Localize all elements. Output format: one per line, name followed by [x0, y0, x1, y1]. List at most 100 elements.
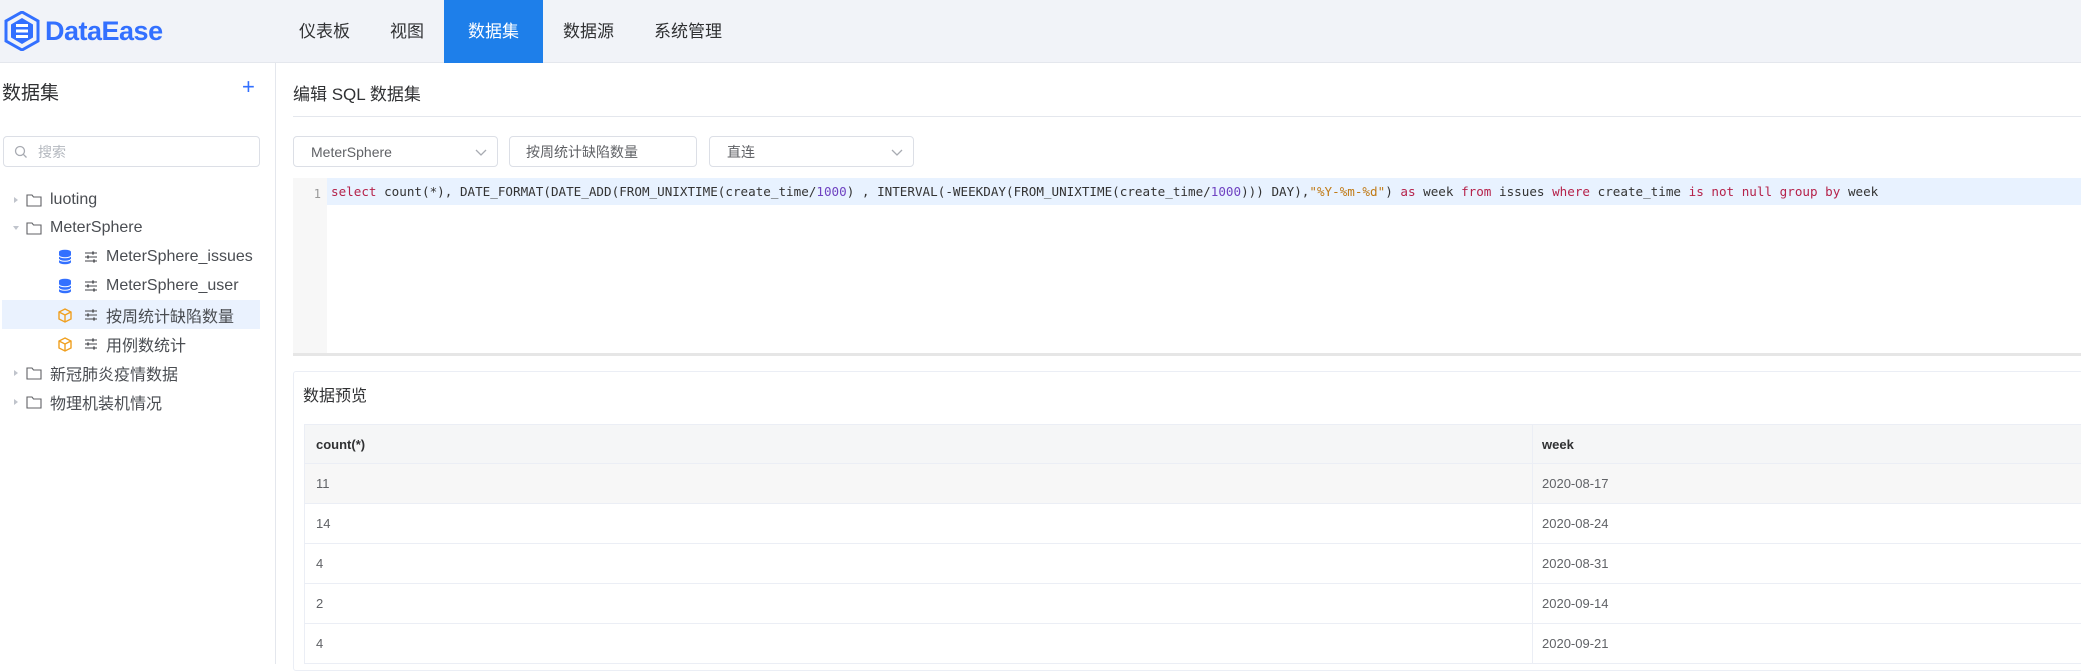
datasource-select-value: MeterSphere [311, 143, 392, 160]
sql-punctuation [1491, 184, 1499, 199]
add-dataset-button[interactable]: + [242, 75, 255, 99]
database-icon [58, 278, 72, 293]
dataease-logo-icon [4, 11, 40, 51]
caret-right-icon [14, 369, 18, 376]
tree-item-weekly-defects[interactable]: 按周统计缺陷数量 [2, 300, 260, 329]
sql-punctuation: ) [1385, 184, 1401, 199]
folder-icon [26, 221, 42, 235]
table-row: 11 2020-08-17 [305, 464, 2081, 504]
cell-week: 2020-09-21 [1542, 636, 1609, 651]
sliders-icon [85, 309, 97, 320]
table-row: 14 2020-08-24 [305, 504, 2081, 544]
sql-punctuation [1734, 184, 1742, 199]
dataset-name-input[interactable]: 按周统计缺陷数量 [509, 136, 697, 167]
search-input[interactable] [36, 142, 236, 161]
main-nav: 仪表板 视图 数据集 数据源 系统管理 [279, 0, 742, 63]
cell-week: 2020-09-14 [1542, 596, 1609, 611]
search-box[interactable] [3, 136, 260, 167]
sql-identifier: WEEKDAY [952, 184, 1006, 199]
nav-datasets[interactable]: 数据集 [444, 0, 543, 63]
folder-icon [26, 193, 42, 207]
main-panel: 编辑 SQL 数据集 MeterSphere 按周统计缺陷数量 直连 1 sel… [277, 63, 2081, 671]
cell-week: 2020-08-24 [1542, 516, 1609, 531]
tree-item-label: MeterSphere_user [106, 276, 239, 294]
editor-gutter: 1 [293, 178, 327, 353]
tree-item-label: 按周统计缺陷数量 [106, 308, 235, 326]
sql-keyword: group [1779, 184, 1818, 199]
tree-item-label: 新冠肺炎疫情数据 [50, 366, 179, 384]
search-icon [14, 145, 27, 158]
sql-keyword: null [1741, 184, 1773, 199]
tree-folder-covid-data[interactable]: 新冠肺炎疫情数据 [0, 358, 260, 387]
sql-punctuation [1545, 184, 1553, 199]
sidebar-title: 数据集 [2, 83, 60, 104]
cell-count: 4 [316, 636, 324, 651]
nav-dashboard[interactable]: 仪表板 [279, 0, 370, 63]
sliders-icon [85, 251, 97, 262]
datasource-select[interactable]: MeterSphere [293, 136, 498, 167]
sql-identifier: DAY [1271, 184, 1295, 199]
tree-item-label: 物理机装机情况 [50, 395, 163, 413]
folder-icon [26, 366, 42, 380]
sql-identifier: count [384, 184, 423, 199]
table-row: 2 2020-09-14 [305, 584, 2081, 624]
tree-item-case-count[interactable]: 用例数统计 [0, 329, 260, 358]
data-preview-panel: 数据预览 count(*) week 11 2020-08-17 14 2020… [293, 371, 2081, 671]
dataset-sidebar: 数据集 + luoting MeterSphere [0, 63, 276, 664]
nav-system-admin[interactable]: 系统管理 [634, 0, 742, 63]
top-navbar: DataEase 仪表板 视图 数据集 数据源 系统管理 [0, 0, 2081, 63]
sql-identifier: week [1423, 184, 1454, 199]
tree-item-metersphere-issues[interactable]: MeterSphere_issues [0, 242, 260, 271]
sql-punctuation [377, 184, 385, 199]
sql-punctuation [1453, 184, 1461, 199]
sql-keyword: select [331, 184, 377, 199]
preview-title: 数据预览 [303, 388, 368, 405]
dataset-name-value: 按周统计缺陷数量 [526, 143, 638, 160]
table-header-row: count(*) week [305, 424, 2081, 464]
sql-identifier: DATE_FORMAT [459, 184, 544, 199]
table-row: 4 2020-09-21 [305, 624, 2081, 664]
sql-punctuation: (- [937, 184, 953, 199]
sql-punctuation [1590, 184, 1598, 199]
sql-punctuation: ( [1112, 184, 1120, 199]
tree-item-label: luoting [50, 190, 98, 208]
sql-editor[interactable]: 1 select count(*), DATE_FORMAT(DATE_ADD(… [293, 178, 2081, 356]
sql-keyword: not [1711, 184, 1735, 199]
tree-folder-physical-machines[interactable]: 物理机装机情况 [0, 387, 260, 416]
sliders-icon [85, 280, 97, 291]
logo-text: DataEase [45, 15, 163, 46]
table-row: 4 2020-08-31 [305, 544, 2081, 584]
sql-string: "%Y-%m-%d" [1309, 184, 1386, 199]
cell-week: 2020-08-31 [1542, 556, 1609, 571]
database-icon [58, 249, 72, 264]
sql-number: 1000 [816, 184, 847, 199]
tree-folder-luoting[interactable]: luoting [0, 185, 260, 214]
nav-views[interactable]: 视图 [370, 0, 444, 63]
caret-down-icon [13, 225, 19, 230]
sql-keyword: is [1688, 184, 1704, 199]
sql-code-line[interactable]: select count(*), DATE_FORMAT(DATE_ADD(FR… [327, 178, 2081, 205]
tree-item-label: MeterSphere_issues [106, 247, 253, 265]
nav-datasources[interactable]: 数据源 [543, 0, 634, 63]
tree-folder-metersphere[interactable]: MeterSphere [0, 213, 260, 242]
sql-identifier: create_time [1597, 184, 1682, 199]
folder-icon [26, 395, 42, 409]
sql-punctuation: ))) [1241, 184, 1272, 199]
sql-number: 1000 [1210, 184, 1242, 199]
sql-punctuation [1416, 184, 1424, 199]
sql-identifier: INTERVAL [877, 184, 938, 199]
sql-identifier: FROM_UNIXTIME [619, 184, 718, 199]
connection-mode-select[interactable]: 直连 [709, 136, 914, 167]
sql-dataset-icon [58, 336, 72, 352]
column-header-count[interactable]: count(*) [316, 425, 365, 465]
preview-table: count(*) week 11 2020-08-17 14 2020-08-2… [304, 424, 2081, 664]
sql-identifier: create_time [725, 184, 809, 199]
sql-punctuation: ), [1294, 184, 1310, 199]
sql-punctuation: ) , [846, 184, 878, 199]
sql-identifier: issues [1499, 184, 1545, 199]
sql-identifier: create_time [1119, 184, 1204, 199]
logo[interactable]: DataEase [4, 11, 163, 51]
column-header-week[interactable]: week [1542, 425, 1574, 465]
sql-dataset-icon [58, 307, 72, 323]
tree-item-metersphere-user[interactable]: MeterSphere_user [0, 271, 260, 300]
